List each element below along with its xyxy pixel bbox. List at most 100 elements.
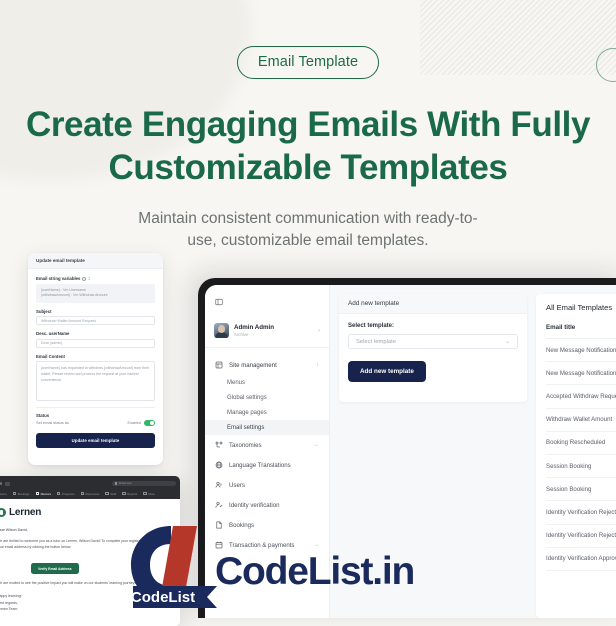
email-templates-table: Email title New Message Notification New… [536,320,616,571]
colon-mark: : [88,276,90,281]
status-toggle[interactable] [144,420,155,426]
table-column-header-email-title: Email title [546,320,616,339]
sidebar-subitem-menus[interactable]: Menus [205,375,329,390]
sidebar-item-label: Bookings [229,521,255,529]
lernen-logo-mark-icon [0,508,6,517]
nav-item-staff[interactable]: Staff [105,492,116,496]
codelist-site-watermark: CodeList.in [215,550,415,593]
nav-item-home[interactable]: Home [0,492,7,496]
info-icon [82,276,87,281]
table-row[interactable]: Identity Verification Rejected [546,525,616,548]
all-email-templates-panel: All Email Templates Email title New Mess… [536,294,616,618]
status-toggle-group[interactable]: Enabled [127,420,155,426]
lernen-logo: Lernen [0,507,171,518]
sidebar-item-label: Identity verification [229,501,280,509]
email-variables-box: {userName} : Vm Username {withdrawAmount… [36,283,155,303]
sidebar-item-label: Site management [229,361,277,369]
nav-item-label: Mentors [40,491,52,496]
add-template-panel-header: Add new template [339,294,527,314]
page-subtitle: Maintain consistent communication with r… [108,208,508,253]
desc-input[interactable]: Dear {admin} [36,338,155,348]
table-row[interactable]: New Message Notification [546,339,616,363]
page-subtitle-line-1: Maintain consistent communication with r… [138,209,478,227]
sidebar-item-taxonomies[interactable]: Taxonomies → [205,435,329,455]
subject-input[interactable]: Withdraw Wallet Amount Request [36,316,155,326]
sidebar-item-identity-verification[interactable]: Identity verification [205,495,329,515]
table-row[interactable]: Session Booking [546,478,616,502]
staff-icon [105,491,109,496]
chevron-right-icon: → [313,442,319,448]
browser-chrome: lernen.com Home Bookings Mentors Program… [0,476,180,499]
subject-input-value: Withdraw Wallet Amount Request [41,318,96,323]
layout-icon [215,361,223,369]
sidebar-item-label: Users [229,481,245,489]
nav-item-label: Bookings [17,491,30,496]
mentors-icon [35,491,39,496]
sidebar-subitem-email-settings[interactable]: Email settings [205,420,329,435]
update-email-template-button[interactable]: Update email template [36,432,155,448]
nav-item-label: Reports [127,491,138,496]
sidebar-item-language-translations[interactable]: Language Translations [205,455,329,475]
codelist-badge-text: CodeList [131,589,195,606]
nav-item-label: Staff [110,491,117,496]
table-row[interactable]: Accepted Withdraw Request [546,385,616,409]
page-title-line-1: Create Engaging Emails With Fully [25,105,591,144]
nav-item-mentors[interactable]: Mentors [35,491,52,496]
resources-icon [80,491,84,496]
chevron-right-icon: › [318,327,320,334]
chevron-down-icon: ↓ [316,362,319,368]
sidebar-item-label: Transaction & payments [229,541,295,549]
table-row[interactable]: Withdraw Wallet Amount [546,409,616,432]
select-template-label: Select template: [348,323,395,329]
nav-item-label: Resources [85,491,100,496]
user-check-icon [215,501,223,509]
nav-item-programs[interactable]: Programs [57,492,75,496]
email-content-label: Email Content [36,353,65,359]
add-new-template-button[interactable]: Add new template [348,361,426,382]
table-row[interactable]: Identity Verification Rejected [546,501,616,525]
divider [36,407,155,408]
variable-line: {withdrawAmount} : Vm Withdraw Amount [41,293,108,298]
sidebar-user-profile[interactable]: Admin Admin Archive › [205,319,329,348]
address-bar[interactable]: lernen.com [112,480,176,487]
page-title: Create Engaging Emails With Fully Custom… [0,103,616,190]
sidebar-item-site-management[interactable]: Site management ↓ [205,355,329,375]
globe-icon [215,461,223,469]
sidebar-user-status: Archive [234,331,249,337]
more-icon [143,491,147,496]
sidebar-subitem-global-settings[interactable]: Global settings [205,390,329,405]
table-row[interactable]: New Message Notification [546,362,616,386]
subject-label: Subject [36,308,52,314]
sidebar-user-text: Admin Admin Archive [234,324,274,337]
table-row[interactable]: Booking Rescheduled [546,432,616,455]
sidebar-item-label: Taxonomies [229,441,262,449]
nav-item-resources[interactable]: Resources [80,491,100,496]
desc-input-value: Dear {admin} [41,341,63,346]
nav-item-more[interactable]: More [143,492,155,496]
add-new-template-panel: Add new template Select template: Select… [339,294,527,402]
add-template-panel-body: Select template: Select template ⌄ Add n… [339,314,527,391]
sidebar-subitem-manage-pages[interactable]: Manage pages [205,405,329,420]
window-controls[interactable] [0,482,3,485]
programs-icon [57,491,61,496]
table-row[interactable]: Identity Verification Approved [546,548,616,571]
status-toggle-label: Enabled [127,420,141,425]
browser-title-bar: lernen.com [0,479,176,488]
email-content-textarea[interactable]: {userName} has requested to withdraw {wi… [36,361,155,402]
hero-section: Email Template Create Engaging Emails Wi… [0,0,616,253]
table-row[interactable]: Session Booking [546,455,616,479]
avatar [214,323,229,338]
users-icon [215,481,223,489]
sidebar-collapse-button[interactable] [205,293,329,319]
codelist-logo-watermark: CodeList [113,518,231,612]
chevron-right-icon: → [313,542,319,548]
nav-item-reports[interactable]: Reports [122,492,137,496]
nav-item-label: More [148,491,155,496]
verify-email-address-button[interactable]: Verify Email Address [31,563,79,575]
nav-item-bookings[interactable]: Bookings [12,491,30,496]
lernen-logo-text: Lernen [9,507,42,518]
tab-icon[interactable] [5,481,11,486]
select-template-dropdown[interactable]: Select template ⌄ [348,334,518,349]
chevron-down-icon: ⌄ [504,339,510,345]
sidebar-item-users[interactable]: Users [205,475,329,495]
